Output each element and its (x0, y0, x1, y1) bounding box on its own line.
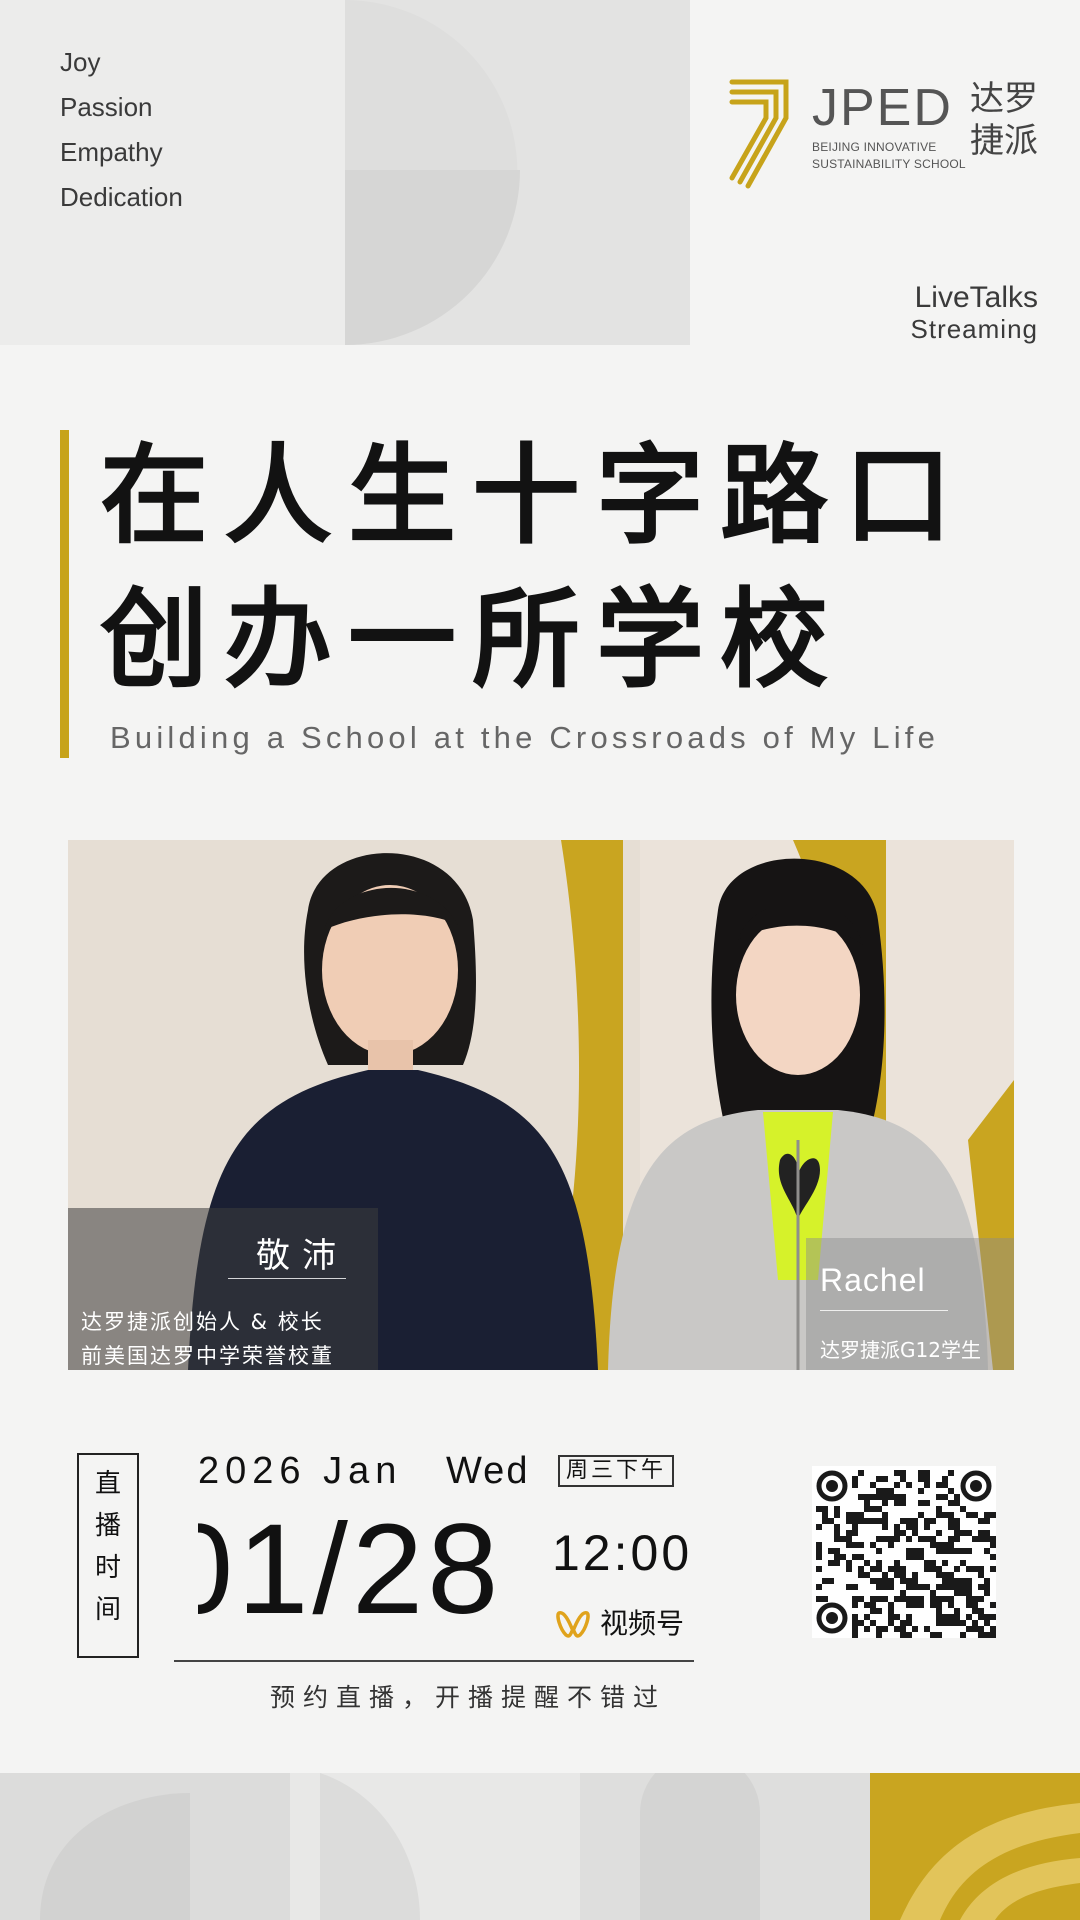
speaker-role: 达罗捷派创始人 & 校长 (81, 1310, 324, 1334)
values-list: Joy Passion Empathy Dedication (60, 40, 183, 220)
headline-accent-bar (60, 430, 69, 758)
decor-quarter-circle (345, 170, 520, 345)
headline-line: 在人生十字路口 (100, 434, 969, 559)
speaker-left-caption: 敬沛 达罗捷派创始人 & 校长 前美国达罗中学荣誉校董 (68, 1208, 378, 1370)
channel-icon (556, 1611, 590, 1638)
logo-cn-line: 达罗 (970, 80, 1038, 118)
live-time-char: 播 (94, 1511, 121, 1541)
value-item: Joy (60, 47, 101, 77)
value-item: Dedication (60, 182, 183, 212)
live-time-label: 直 播 时 间 (77, 1453, 139, 1658)
schedule-divider (174, 1660, 694, 1662)
school-logo: JPED BEIJING INNOVATIVE SUSTAINABILITY S… (728, 78, 1048, 198)
caption-divider (820, 1310, 948, 1311)
value-item: Passion (60, 92, 153, 122)
logo-chinese-name: 达罗 捷派 (970, 78, 1038, 162)
speaker-name: 敬沛 (256, 1236, 348, 1276)
speaker-role: 达罗捷派G12学生 (820, 1338, 981, 1362)
value-item: Empathy (60, 137, 163, 167)
logo-mark-icon (729, 79, 789, 189)
qr-code[interactable] (812, 1466, 996, 1638)
date-year-month: 2026 Jan (198, 1450, 403, 1492)
headline: 在人生十字路口 创办一所学校 (100, 425, 968, 713)
livetalks-label: LiveTalks Streaming (910, 281, 1039, 345)
date-weekday-cn: 周三下午 (558, 1455, 675, 1487)
date-big-clip: 01/28 (198, 1515, 518, 1635)
speaker-right-caption: Rachel 达罗捷派G12学生 (806, 1238, 1014, 1370)
livetalks-subtitle: Streaming (910, 314, 1038, 344)
bottom-decor-band (0, 1773, 1080, 1920)
live-time-char: 间 (94, 1595, 121, 1625)
logo-cn-line: 捷派 (970, 122, 1038, 160)
reminder-text: 预约直播，开播提醒不错过 (270, 1683, 667, 1712)
logo-subtitle: BEIJING INNOVATIVE (812, 140, 937, 154)
live-time-char: 时 (94, 1553, 121, 1583)
headline-line: 创办一所学校 (100, 578, 845, 703)
event-time: 12:00 (552, 1525, 693, 1581)
logo-wordmark: JPED (812, 79, 953, 137)
date-weekday: Wed (446, 1450, 530, 1492)
live-time-char: 直 (94, 1469, 121, 1499)
headline-subtitle: Building a School at the Crossroads of M… (110, 720, 940, 755)
speaker-role: 前美国达罗中学荣誉校董 (81, 1344, 334, 1368)
channel-label[interactable]: 视频号 (556, 1602, 684, 1642)
speaker-name: Rachel (820, 1262, 926, 1298)
decor-shapes (40, 1773, 1080, 1920)
logo-subtitle: SUSTAINABILITY SCHOOL (812, 157, 966, 171)
channel-name: 视频号 (600, 1607, 685, 1640)
livetalks-title: LiveTalks (914, 281, 1038, 314)
caption-divider (228, 1278, 346, 1279)
date-day: 01/28 (198, 1515, 503, 1635)
